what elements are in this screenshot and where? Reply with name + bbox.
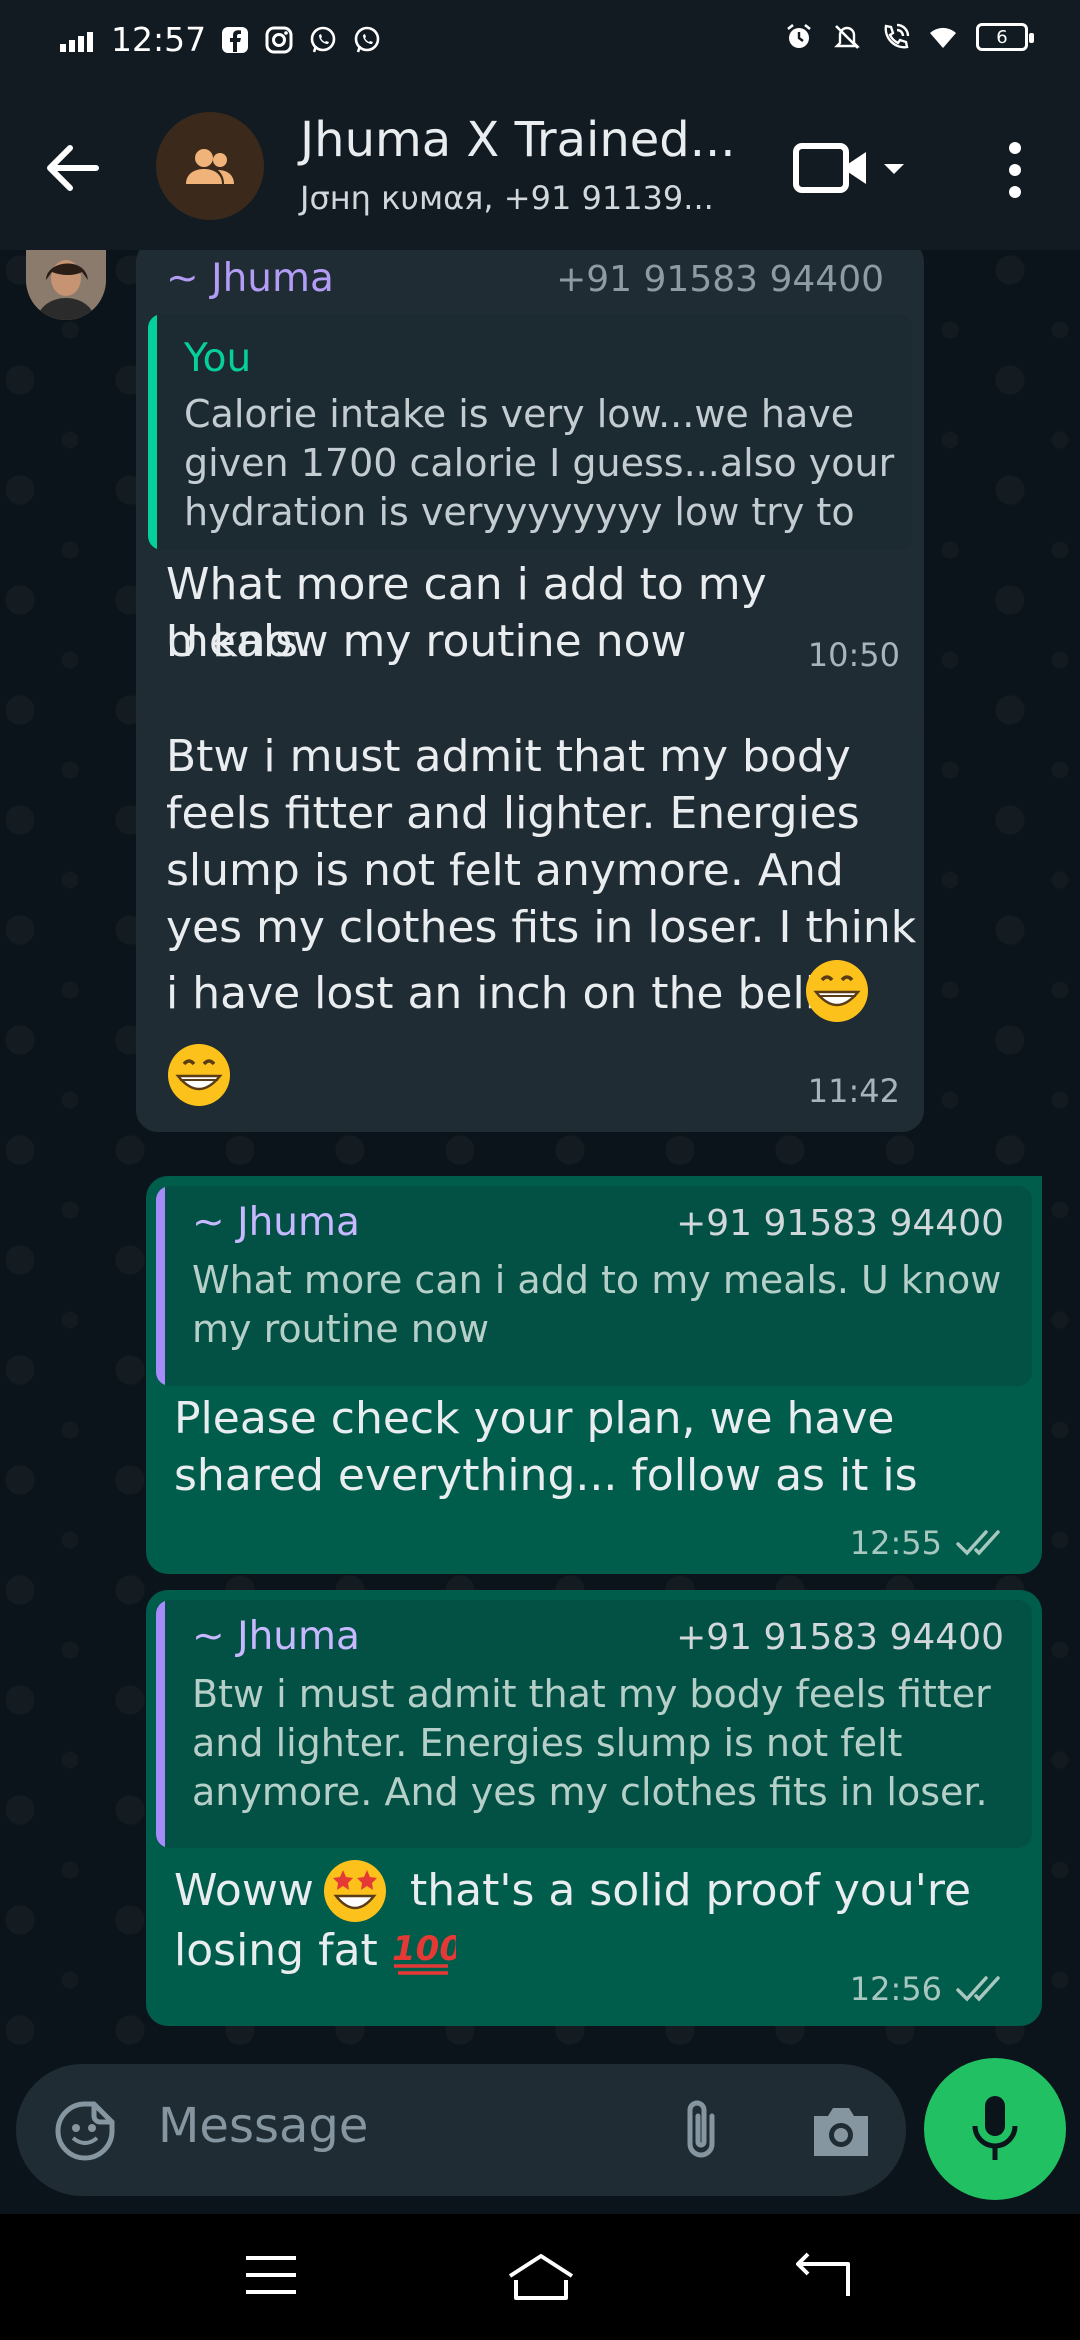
quote-author: ~ Jhuma: [192, 1614, 360, 1659]
wifi-call-icon: [884, 23, 910, 49]
message-line: U know my routine now: [166, 616, 687, 667]
mic-icon: [972, 2096, 1018, 2160]
signal-icon: [60, 28, 93, 52]
message-line: shared everything... follow as it is: [174, 1450, 918, 1501]
quote-line: my routine now: [192, 1307, 490, 1351]
system-nav-bar: [0, 2214, 1080, 2340]
whatsapp-business-icon: [354, 26, 380, 52]
chat-title[interactable]: Jhuma X Trained...: [300, 112, 736, 168]
quote-bar: [156, 1600, 165, 1848]
grinning-emoji-icon: [168, 1044, 230, 1106]
message-composer[interactable]: Message: [16, 2064, 906, 2196]
wifi-icon: [930, 27, 956, 48]
svg-text:100: 100: [392, 1929, 456, 1969]
group-avatar[interactable]: [156, 112, 264, 220]
more-options-icon[interactable]: [1000, 140, 1030, 200]
quote-line: hydration is veryyyyyyyy low try to p...: [184, 490, 855, 550]
quote-phone: +91 91583 94400: [676, 1203, 1004, 1244]
hundred-points-emoji-icon: 100: [392, 1929, 456, 1975]
message-line: yes my clothes fits in loser. I think: [166, 902, 917, 953]
quoted-message[interactable]: You Calorie intake is very low...we have…: [148, 314, 912, 550]
quote-line: What more can i add to my meals. U know: [192, 1258, 1002, 1302]
message-line: i have lost an inch on the belly: [166, 968, 843, 1019]
chat-area[interactable]: ~ Jhuma +91 91583 94400 You Calorie inta…: [0, 250, 1080, 2060]
quote-phone: +91 91583 94400: [676, 1617, 1004, 1658]
group-icon: [186, 149, 234, 184]
message-line: that's a solid proof you're: [410, 1865, 972, 1916]
quote-line: and lighter. Energies slump is not felt: [192, 1721, 903, 1765]
message-line: slump is not felt anymore. And: [166, 845, 844, 896]
incoming-message[interactable]: Btw i must admit that my body feels fitt…: [136, 712, 924, 1132]
quote-line: given 1700 calorie I guess...also your: [184, 441, 895, 485]
read-receipt-icon: [956, 1976, 1000, 2002]
message-time: 12:55: [849, 1524, 942, 1562]
chat-subtitle[interactable]: Jσнη кυмαя, +91 91139...: [300, 179, 714, 217]
message-input[interactable]: Message: [158, 2098, 368, 2154]
sender-phone: +91 91583 94400: [556, 259, 884, 300]
sender-avatar[interactable]: [26, 250, 106, 320]
message-line: Woww: [174, 1865, 314, 1916]
quoted-message[interactable]: ~ Jhuma +91 91583 94400 What more can i …: [156, 1186, 1032, 1386]
facebook-icon: [222, 26, 249, 53]
mute-icon: [834, 25, 860, 49]
outgoing-message[interactable]: ~ Jhuma +91 91583 94400 What more can i …: [146, 1176, 1042, 1574]
read-receipt-icon: [956, 1530, 1000, 1556]
back-arrow-icon[interactable]: [42, 140, 102, 196]
message-line: Please check your plan, we have: [174, 1393, 895, 1444]
message-time: 12:56: [849, 1970, 942, 2008]
message-line: Btw i must admit that my body: [166, 731, 851, 782]
status-bar: 12:57 6: [0, 0, 1080, 82]
home-icon[interactable]: [506, 2252, 576, 2302]
message-time: 10:50: [807, 636, 900, 674]
star-struck-emoji-icon: [324, 1860, 386, 1922]
message-line: feels fitter and lighter. Energies: [166, 788, 860, 839]
camera-icon[interactable]: [808, 2100, 874, 2162]
instagram-icon: [265, 26, 293, 53]
sender-name[interactable]: ~ Jhuma: [166, 256, 334, 301]
grinning-emoji-icon: [806, 960, 868, 1022]
outgoing-message[interactable]: ~ Jhuma +91 91583 94400 Btw i must admit…: [146, 1590, 1042, 2026]
quote-line: anymore. And yes my clothes fits in lose…: [192, 1770, 988, 1848]
mic-button[interactable]: [924, 2058, 1066, 2200]
alarm-icon: [787, 23, 811, 48]
quote-bar: [148, 314, 157, 550]
quote-bar: [156, 1186, 165, 1386]
sticker-emoji-icon[interactable]: [54, 2100, 116, 2162]
video-call-icon[interactable]: [792, 138, 904, 198]
battery-level: 6: [996, 26, 1008, 48]
quoted-message[interactable]: ~ Jhuma +91 91583 94400 Btw i must admit…: [156, 1600, 1032, 1848]
chat-header: Jhuma X Trained... Jσнη кυмαя, +91 91139…: [0, 82, 1080, 250]
status-time: 12:57: [111, 20, 207, 59]
quote-author: You: [184, 336, 252, 381]
message-line: losing fat: [174, 1925, 378, 1976]
quote-author: ~ Jhuma: [192, 1200, 360, 1245]
recent-apps-icon[interactable]: [244, 2252, 298, 2298]
whatsapp-icon: [310, 26, 336, 52]
sender-photo: [26, 250, 106, 320]
battery-icon: 6: [976, 23, 1034, 51]
quote-line: Calorie intake is very low...we have: [184, 392, 855, 436]
back-nav-icon[interactable]: [794, 2252, 852, 2300]
attach-icon[interactable]: [678, 2096, 724, 2164]
message-time: 11:42: [807, 1072, 900, 1110]
quote-line: Btw i must admit that my body feels fitt…: [192, 1672, 991, 1716]
